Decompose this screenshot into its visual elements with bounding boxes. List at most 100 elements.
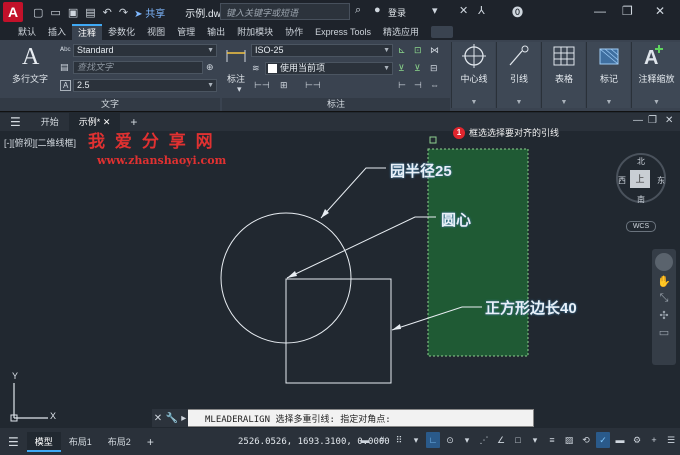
menu-icon[interactable]: ☰ [0, 113, 31, 131]
tab-default[interactable]: 默认 [12, 24, 42, 40]
search-icon[interactable]: ⌕ [355, 4, 361, 17]
ortho-icon[interactable]: ∟ [426, 432, 440, 448]
workspace-icon[interactable]: ⚙ [630, 432, 644, 448]
ribbon-options-button[interactable] [431, 26, 454, 38]
maximize-icon[interactable]: ❐ [622, 4, 633, 18]
multiline-text-label[interactable]: 多行文字 [12, 72, 48, 85]
dim-tool-9-icon[interactable]: ⇔ [430, 80, 439, 90]
zoom-icon[interactable]: ⤡ [652, 292, 676, 305]
dim-tool-4-icon[interactable]: ⊻ [398, 63, 405, 74]
annotation-scale-status-icon[interactable]: ▬ [613, 432, 627, 448]
command-line[interactable]: MLEADERALIGN 选择多重引线: 指定对角点: [152, 409, 534, 427]
text-style-select[interactable]: Standard ▼ [73, 44, 217, 57]
osnap-dropdown-icon[interactable]: ▾ [528, 432, 542, 448]
tab-express-tools[interactable]: Express Tools [309, 24, 377, 40]
dim-style-select[interactable]: ISO-25 ▼ [251, 44, 393, 57]
dim-tool-1-icon[interactable]: ⊾ [398, 45, 406, 56]
dimension-label[interactable]: 标注 [227, 72, 245, 85]
tab-layout2[interactable]: 布局2 [100, 432, 139, 452]
tab-model[interactable]: 模型 [26, 431, 61, 452]
orbit-icon[interactable]: ✣ [652, 309, 676, 322]
customize-icon[interactable]: ☰ [664, 432, 678, 448]
minimize-icon[interactable]: — [594, 4, 606, 18]
pan-icon[interactable]: ✋ [652, 275, 676, 288]
find-search-icon[interactable]: ⊕ [206, 62, 214, 73]
chevron-down-icon[interactable]: ▼ [452, 99, 496, 106]
drawing-canvas[interactable]: [-][俯视][二维线框] 园半径25 圆心 正方形边长40 我 爱 分 享 网… [0, 126, 680, 428]
dim-tool-5-icon[interactable]: ⊻ [414, 63, 421, 74]
leader-text-square[interactable]: 正方形边长40 [485, 297, 577, 318]
dim-adjust-icon[interactable]: ⊞ [280, 80, 288, 91]
chevron-down-icon[interactable]: ▼ [542, 99, 586, 106]
search-input[interactable]: 键入关键字或短语 [220, 3, 350, 20]
tab-featured-apps[interactable]: 精选应用 [377, 24, 425, 40]
tab-output[interactable]: 输出 [201, 24, 231, 40]
viewport-close-icon[interactable]: ✕ [665, 115, 673, 126]
viewport-restore-icon[interactable]: ❐ [648, 115, 657, 126]
units-icon[interactable]: + [647, 432, 661, 448]
tab-view[interactable]: 视图 [141, 24, 171, 40]
viewcube-face[interactable]: 上 [630, 170, 650, 188]
transparency-icon[interactable]: ▨ [562, 432, 576, 448]
table-button[interactable]: 表格 ▼ [541, 42, 585, 108]
selection-cycling-icon[interactable]: ⟲ [579, 432, 593, 448]
new-file-icon[interactable]: ▢ [33, 6, 43, 19]
centerline-button[interactable]: 中心线 ▼ [451, 42, 495, 108]
tab-addins[interactable]: 附加模块 [231, 24, 279, 40]
leader-text-radius[interactable]: 园半径25 [390, 160, 452, 181]
text-panel-label[interactable]: 文字 [0, 98, 220, 111]
dim-continue-icon[interactable]: ⊢⊣ [305, 80, 321, 91]
add-layout-button[interactable]: + [139, 432, 162, 452]
cart-icon[interactable]: ▾ [432, 4, 438, 17]
redo-icon[interactable]: ↷ [119, 6, 128, 19]
open-folder-icon[interactable]: ▭ [50, 6, 60, 19]
leader-text-center[interactable]: 圆心 [441, 209, 471, 230]
viewcube-south[interactable]: 南 [637, 194, 645, 205]
tab-collaborate[interactable]: 协作 [279, 24, 309, 40]
dim-tool-8-icon[interactable]: ⊣ [414, 80, 422, 91]
close-command-icon[interactable]: ✕ [154, 413, 162, 424]
multiline-text-icon[interactable]: A [22, 44, 39, 71]
chevron-down-icon[interactable]: ▼ [587, 99, 631, 106]
undo-icon[interactable]: ↶ [103, 6, 112, 19]
customize-command-icon[interactable]: 🔧 [165, 413, 177, 424]
osnap-icon[interactable]: □ [511, 432, 525, 448]
close-icon[interactable]: ✕ [655, 4, 665, 18]
object-tracking-icon[interactable]: ∠ [494, 432, 508, 448]
chevron-down-icon[interactable]: ▼ [632, 99, 680, 106]
close-tab-icon[interactable]: ✕ [103, 117, 111, 127]
viewcube-west[interactable]: 西 [618, 175, 626, 186]
viewport-minimize-icon[interactable]: — [633, 115, 643, 126]
markup-button[interactable]: 标记 ▼ [586, 42, 630, 108]
login-button[interactable]: 登录 [388, 6, 406, 19]
polar-dropdown-icon[interactable]: ▾ [460, 432, 474, 448]
showmotion-icon[interactable]: ▭ [652, 326, 676, 339]
dim-dropdown-icon[interactable]: ▾ [237, 84, 242, 95]
save-icon[interactable]: ▣ [68, 6, 78, 19]
viewcube-east[interactable]: 东 [657, 175, 665, 186]
exchange-icon[interactable]: ✕ [459, 4, 468, 17]
polar-icon[interactable]: ⊙ [443, 432, 457, 448]
lineweight-icon[interactable]: ≡ [545, 432, 559, 448]
annotation-scaling-button[interactable]: A 注释缩放 ▼ [631, 42, 680, 108]
layout-menu-icon[interactable]: ☰ [0, 432, 27, 452]
model-space-icon[interactable]: ▬ [358, 432, 372, 448]
dim-tool-2-icon[interactable]: ⊡ [414, 45, 422, 56]
wcs-menu[interactable]: WCS [626, 221, 656, 232]
dimension-panel-label[interactable]: 标注 [222, 98, 450, 111]
dim-break-icon[interactable]: ⊢⊣ [254, 80, 270, 91]
snap-dropdown-icon[interactable]: ▾ [409, 432, 423, 448]
print-icon[interactable]: ▤ [85, 6, 95, 19]
tab-manage[interactable]: 管理 [171, 24, 201, 40]
leader-button[interactable]: 引线 ▼ [496, 42, 540, 108]
viewcube-north[interactable]: 北 [637, 156, 645, 167]
tab-annotate[interactable]: 注释 [72, 24, 103, 40]
dim-tool-6-icon[interactable]: ⊟ [430, 63, 438, 74]
tab-insert[interactable]: 插入 [42, 24, 72, 40]
dim-tool-3-icon[interactable]: ⋈ [430, 45, 439, 56]
isodraft-icon[interactable]: ⋰ [477, 432, 491, 448]
annotation-monitor-icon[interactable]: ✓ [596, 432, 610, 448]
grid-icon[interactable]: # [375, 432, 389, 448]
find-text-input[interactable]: 查找文字 [73, 61, 203, 74]
command-prompt-icon[interactable]: ▸ [181, 413, 186, 424]
